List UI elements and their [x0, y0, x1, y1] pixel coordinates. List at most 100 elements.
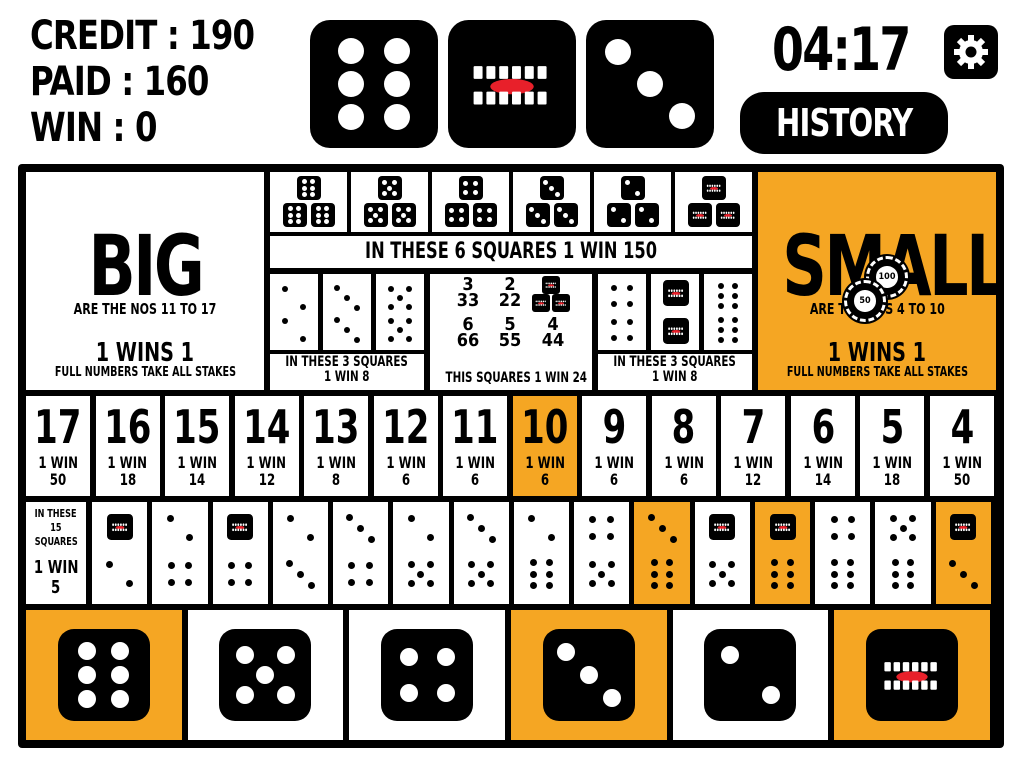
bet-single-4[interactable]: [349, 610, 505, 740]
big-note: FULL NUMBERS TAKE ALL STAKES: [54, 365, 236, 380]
win-label: WIN : 0: [30, 105, 158, 151]
six-die-icon: [708, 310, 748, 350]
total-odds: 14: [188, 470, 206, 489]
settings-button[interactable]: [944, 25, 998, 79]
bet-combo-3-4[interactable]: [333, 502, 389, 604]
big-title: BIG: [88, 217, 204, 315]
total-odds: 6: [540, 470, 549, 489]
combos-label-line: 5: [51, 577, 61, 598]
total-odds: 18: [884, 470, 901, 489]
bet-combo-3-6[interactable]: [634, 502, 690, 604]
bet-combo-4-5[interactable]: [574, 502, 630, 604]
bet-small[interactable]: SMALL ARE THE NOS 4 TO 10 1 WINS 1 FULL …: [758, 172, 1006, 390]
bet-total-9[interactable]: 91 WIN 6: [582, 396, 647, 496]
face-die-icon: [866, 629, 959, 721]
bet-total-12[interactable]: 12 1 WIN 6: [373, 396, 438, 496]
bet-double-5[interactable]: [376, 274, 424, 350]
three-die-icon: [525, 203, 550, 227]
total-pay: 1 WIN: [872, 453, 913, 472]
bet-triple-2[interactable]: [594, 172, 671, 232]
total-odds: 6: [679, 470, 688, 489]
total-pay: 1 WIN: [107, 453, 148, 472]
result-die-3-icon: [586, 20, 714, 148]
five-die-icon: [881, 506, 925, 550]
total-odds: 50: [49, 470, 67, 489]
bet-single-1[interactable]: [834, 610, 990, 740]
four-die-icon: [458, 176, 483, 200]
bet-combo-1-6[interactable]: [754, 502, 811, 604]
bet-combo-1-5[interactable]: [694, 502, 750, 604]
four-die-icon: [444, 203, 469, 227]
any-triple-number: 44: [541, 330, 565, 351]
result-die-1-icon: [310, 20, 438, 148]
bet-total-16[interactable]: 16 1 WIN 18: [95, 396, 160, 496]
bet-single-3[interactable]: [511, 610, 667, 740]
bet-combo-1-3[interactable]: [935, 502, 991, 604]
bet-triple-3[interactable]: [513, 172, 590, 232]
total-pay: 1 WIN: [733, 453, 774, 472]
bet-double-1[interactable]: [651, 274, 699, 350]
bet-total-5[interactable]: 51 WIN 18: [860, 396, 925, 496]
bet-triple-5[interactable]: [351, 172, 428, 232]
six-die-icon: [821, 552, 865, 596]
bet-combo-5-6[interactable]: [875, 502, 931, 604]
bet-double-4[interactable]: [598, 274, 646, 350]
bet-total-11[interactable]: 11 1 WIN 6: [443, 396, 508, 496]
bet-combo-2-4[interactable]: [152, 502, 208, 604]
five-die-icon: [459, 552, 503, 596]
bet-combo-1-2[interactable]: [92, 502, 148, 604]
bet-triple-1[interactable]: [675, 172, 752, 232]
bet-total-17[interactable]: 17 1 WIN 50: [26, 396, 90, 496]
bet-total-10[interactable]: 10 1 WIN 6: [512, 396, 577, 496]
bet-triple-6[interactable]: [270, 172, 347, 232]
two-die-icon: [98, 552, 142, 596]
face-die-icon: [663, 280, 689, 306]
bet-single-5[interactable]: [187, 610, 344, 740]
bet-double-3[interactable]: [323, 274, 371, 350]
three-die-icon: [459, 506, 503, 550]
three-die-icon: [553, 203, 578, 227]
round-timer: 04:17: [772, 15, 911, 85]
bet-combo-2-3[interactable]: [272, 502, 329, 604]
bet-combo-3-5[interactable]: [453, 502, 509, 604]
two-die-icon: [158, 506, 202, 550]
bet-double-6[interactable]: [704, 274, 752, 350]
four-die-icon: [339, 552, 383, 596]
total-odds: 6: [401, 470, 410, 489]
gear-icon: [954, 35, 988, 69]
combos-label-line: 15: [50, 521, 62, 534]
combos-label-line: IN THESE: [35, 507, 77, 520]
face-die-icon: [950, 514, 977, 540]
history-button[interactable]: HISTORY: [740, 92, 948, 154]
bet-total-4[interactable]: 41 WIN 50: [930, 396, 995, 496]
total-number: 7: [741, 400, 766, 454]
small-note: FULL NUMBERS TAKE ALL STAKES: [786, 365, 968, 380]
bet-combo-2-6[interactable]: [513, 502, 570, 604]
bet-triple-4[interactable]: [432, 172, 509, 232]
bet-total-15[interactable]: 15 1 WIN 14: [165, 396, 230, 496]
bet-any-triple[interactable]: 3 2 33 22 6 5 4 66 55 44 THIS SQUARES 1 WIN 24: [430, 274, 592, 390]
total-number: 6: [811, 400, 835, 454]
bet-double-2[interactable]: [270, 274, 318, 350]
bet-combo-4-6[interactable]: [815, 502, 871, 604]
five-die-icon: [363, 203, 388, 227]
total-pay: 1 WIN: [942, 453, 982, 472]
bet-total-13[interactable]: 13 1 WIN 8: [304, 396, 369, 496]
bet-combo-1-4[interactable]: [212, 502, 268, 604]
bet-combo-2-5[interactable]: [393, 502, 449, 604]
total-number: 10: [521, 400, 569, 454]
total-number: 13: [312, 400, 360, 454]
bet-big[interactable]: BIG ARE THE NOS 11 TO 17 1 WINS 1 FULL N…: [26, 172, 264, 390]
total-odds: 8: [332, 470, 341, 489]
face-die-icon: [542, 276, 560, 294]
chip[interactable]: 50: [844, 280, 886, 322]
bet-total-8[interactable]: 81 WIN 6: [651, 396, 716, 496]
bet-single-2[interactable]: [672, 610, 829, 740]
bet-total-14[interactable]: 14 1 WIN 12: [234, 396, 299, 496]
bet-total-6[interactable]: 61 WIN 14: [790, 396, 855, 496]
bet-single-6[interactable]: [26, 610, 182, 740]
bet-total-7[interactable]: 71 WIN 12: [721, 396, 786, 496]
four-die-icon: [580, 506, 624, 550]
six-die-icon: [881, 552, 925, 596]
total-number: 14: [242, 400, 291, 454]
